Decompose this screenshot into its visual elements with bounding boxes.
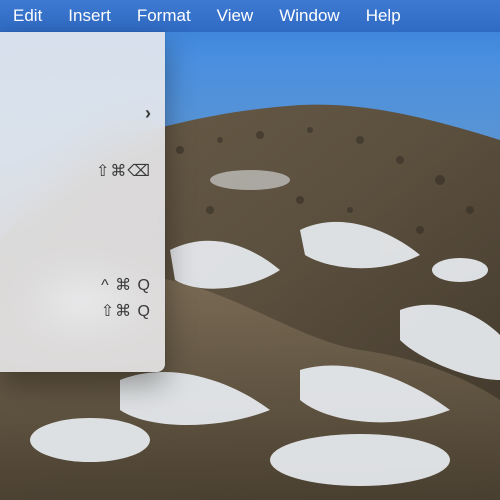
shortcut-label: ^ ⌘ Q	[101, 275, 151, 295]
menu-item-submenu[interactable]: ›	[0, 98, 165, 128]
menu-item[interactable]	[0, 184, 165, 214]
menu-format[interactable]: Format	[124, 0, 204, 32]
menu-insert[interactable]: Insert	[55, 0, 124, 32]
menu-edit[interactable]: Edit	[0, 0, 55, 32]
menu-item[interactable]	[0, 38, 165, 68]
menu-item[interactable]	[0, 214, 165, 244]
shortcut-label: ⇧⌘⌫	[96, 161, 151, 181]
menu-window[interactable]: Window	[266, 0, 352, 32]
menu-help[interactable]: Help	[353, 0, 414, 32]
shortcut-label: ⇧⌘ Q	[101, 301, 151, 321]
chevron-right-icon: ›	[145, 103, 151, 124]
menu-item[interactable]	[0, 68, 165, 98]
menu-view[interactable]: View	[204, 0, 267, 32]
menu-item[interactable]: ⇧⌘⌫	[0, 158, 165, 184]
dropdown-menu: › ⇧⌘⌫ ^ ⌘ Q ⇧⌘ Q	[0, 32, 165, 372]
menu-item[interactable]	[0, 128, 165, 158]
menubar: Edit Insert Format View Window Help	[0, 0, 500, 32]
menu-item[interactable]: ^ ⌘ Q	[0, 272, 165, 298]
menu-item[interactable]: ⇧⌘ Q	[0, 298, 165, 324]
